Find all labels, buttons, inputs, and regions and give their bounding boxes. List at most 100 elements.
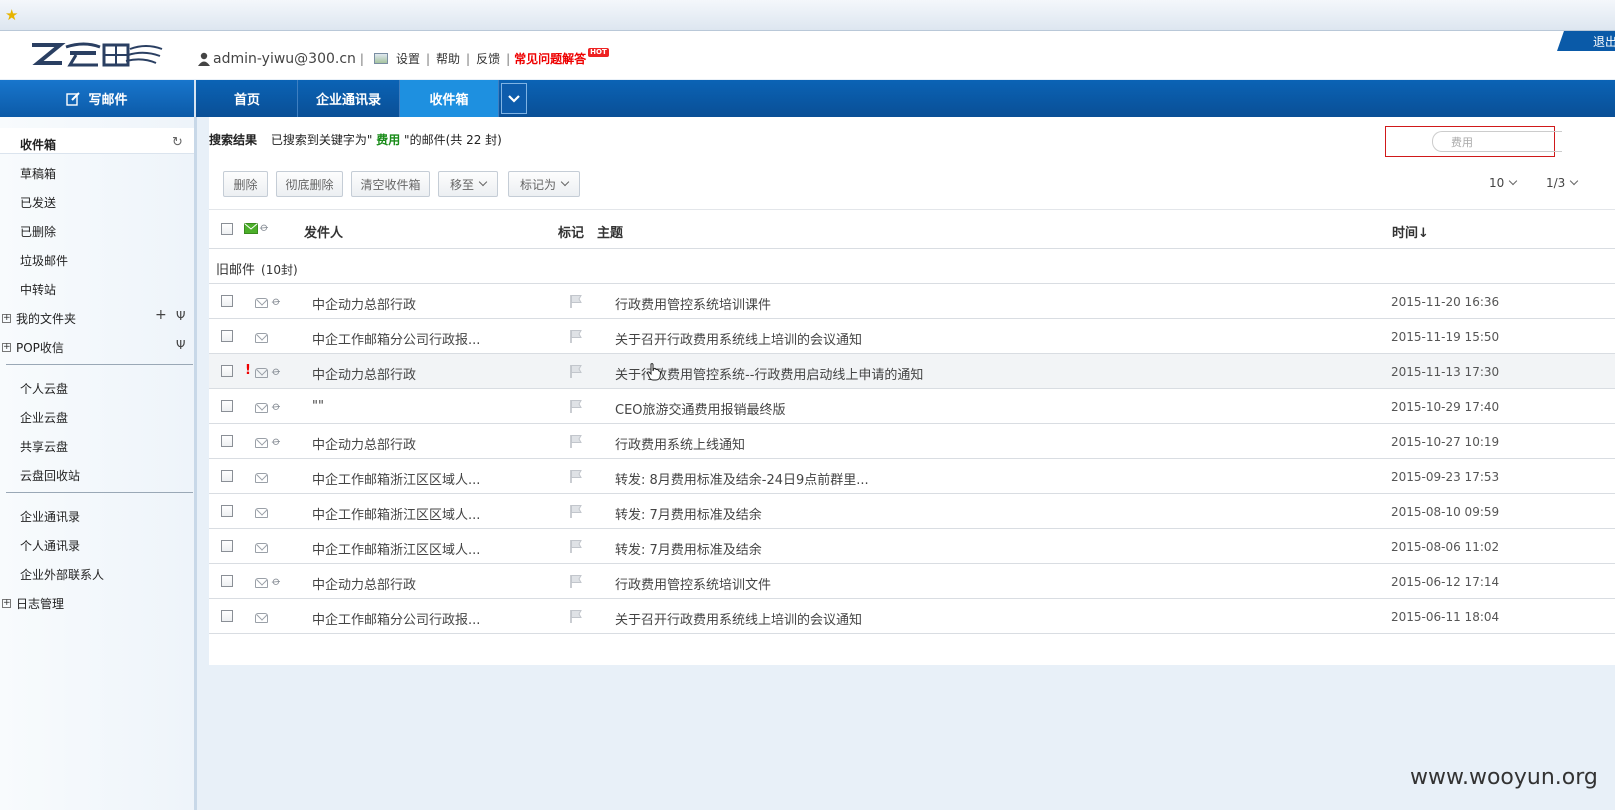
sidebar-item-external-contacts[interactable]: 企业外部联系人 [20,566,104,583]
flag-icon[interactable] [569,329,583,343]
row-checkbox[interactable] [221,295,233,307]
expand-plus-icon[interactable]: + [2,599,11,608]
flag-icon[interactable] [569,294,583,308]
flag-icon[interactable] [569,609,583,623]
read-status-envelope-icon[interactable] [244,223,258,234]
row-sender[interactable]: 中企工作邮箱浙江区区域人... [312,504,542,523]
table-row[interactable]: 中企工作邮箱分公司行政报... 关于召开行政费用系统线上培训的会议通知 2015-0… [209,599,1615,634]
flag-icon[interactable] [569,434,583,448]
table-row[interactable]: 中企工作邮箱浙江区区域人... 转发: 7月费用标准及结余 2015-08-06 1… [209,529,1615,564]
nav-more-dropdown[interactable] [501,83,527,114]
move-to-button[interactable]: 移至 [438,171,498,197]
column-time[interactable]: 时间↓ [1392,222,1429,241]
sidebar-item-deleted[interactable]: 已删除 [20,223,56,240]
row-subject[interactable]: 关于召开行政费用系统线上培训的会议通知 [615,609,862,628]
table-row[interactable]: ! ⌀ 中企动力总部行政 关于行政费用管控系统--行政费用启动线上申请的通知 2015-… [209,354,1615,389]
flag-icon[interactable] [569,504,583,518]
row-subject[interactable]: 转发: 7月费用标准及结余 [615,539,762,558]
table-row[interactable]: ⌀ 中企动力总部行政 行政费用系统上线通知 2015-10-27 10:19 [209,424,1615,459]
search-input[interactable]: 费用 [1432,131,1562,152]
column-sender[interactable]: 发件人 [304,222,343,241]
tab-home[interactable]: 首页 [197,80,298,117]
row-subject[interactable]: 行政费用管控系统培训课件 [615,294,771,313]
sidebar-item-inbox[interactable]: 收件箱 [20,136,56,153]
row-sender[interactable]: 中企工作邮箱浙江区区域人... [312,539,542,558]
expand-plus-icon[interactable]: + [2,314,11,323]
sidebar-item-cloud-recycle[interactable]: 云盘回收站 [20,467,80,484]
table-row[interactable]: 中企工作邮箱浙江区区域人... 转发: 7月费用标准及结余 2015-08-10 0… [209,494,1615,529]
row-sender[interactable]: 中企工作邮箱分公司行政报... [312,329,542,348]
row-subject[interactable]: CEO旅游交通费用报销最终版 [615,399,786,418]
row-checkbox[interactable] [221,540,233,552]
sidebar-item-shared-cloud[interactable]: 共享云盘 [20,438,68,455]
flag-icon[interactable] [569,399,583,413]
sidebar-item-pop[interactable]: + POP收信 [2,339,64,356]
delete-forever-button[interactable]: 彻底删除 [276,171,343,197]
sidebar-item-personal-contacts[interactable]: 个人通讯录 [20,537,80,554]
table-row[interactable]: 中企工作邮箱浙江区区域人... 转发: 8月费用标准及结余-24日9点前群里...… [209,459,1615,494]
feedback-link[interactable]: 反馈 [476,50,500,67]
faq-link[interactable]: 常见问题解答 [514,50,586,67]
flag-icon[interactable] [569,539,583,553]
expand-plus-icon[interactable]: + [2,343,11,352]
page-select[interactable]: 1/3 [1546,176,1579,190]
row-subject[interactable]: 行政费用系统上线通知 [615,434,745,453]
row-sender[interactable]: 中企动力总部行政 [312,294,542,313]
row-checkbox[interactable] [221,575,233,587]
row-subject[interactable]: 关于行政费用管控系统--行政费用启动线上申请的通知 [615,364,923,383]
row-checkbox[interactable] [221,365,233,377]
table-row[interactable]: ⌀ 中企动力总部行政 行政费用管控系统培训文件 2015-06-12 17:14 [209,564,1615,599]
flag-icon[interactable] [569,469,583,483]
folder-manage-icon[interactable]: Ψ [176,309,185,323]
row-checkbox[interactable] [221,610,233,622]
delete-button[interactable]: 删除 [223,171,268,197]
row-subject[interactable]: 行政费用管控系统培训文件 [615,574,771,593]
sidebar-item-drafts[interactable]: 草稿箱 [20,165,56,182]
sidebar-item-personal-cloud[interactable]: 个人云盘 [20,380,68,397]
row-subject[interactable]: 关于召开行政费用系统线上培训的会议通知 [615,329,862,348]
row-checkbox[interactable] [221,330,233,342]
help-link[interactable]: 帮助 [436,50,460,67]
sidebar-item-sent[interactable]: 已发送 [20,194,56,211]
column-subject[interactable]: 主题 [597,222,623,241]
row-sender[interactable]: 中企动力总部行政 [312,364,542,383]
tab-enterprise-contacts[interactable]: 企业通讯录 [298,80,400,117]
sidebar-item-enterprise-contacts[interactable]: 企业通讯录 [20,508,80,525]
favorites-star-icon[interactable]: ★ [5,7,18,23]
tab-inbox[interactable]: 收件箱 [400,80,499,117]
settings-link[interactable]: 设置 [396,50,420,67]
row-checkbox[interactable] [221,435,233,447]
flag-icon[interactable] [569,574,583,588]
row-sender[interactable]: 中企工作邮箱分公司行政报... [312,609,542,628]
row-sender[interactable]: 中企动力总部行政 [312,574,542,593]
row-sender[interactable]: "" [312,399,542,414]
row-checkbox[interactable] [221,505,233,517]
row-sender[interactable]: 中企动力总部行政 [312,434,542,453]
row-checkbox[interactable] [221,400,233,412]
compose-button[interactable]: 写邮件 [0,80,196,117]
refresh-icon[interactable]: ↻ [172,135,183,150]
yunyou-logo[interactable] [26,39,166,71]
pop-manage-icon[interactable]: Ψ [176,338,185,352]
sidebar-item-transfer[interactable]: 中转站 [20,281,56,298]
empty-inbox-button[interactable]: 清空收件箱 [351,171,430,197]
mark-as-button[interactable]: 标记为 [508,171,580,197]
row-subject[interactable]: 转发: 7月费用标准及结余 [615,504,762,523]
row-checkbox[interactable] [221,470,233,482]
sidebar-item-spam[interactable]: 垃圾邮件 [20,252,68,269]
table-row[interactable]: ⌀ "" CEO旅游交通费用报销最终版 2015-10-29 17:40 [209,389,1615,424]
table-row[interactable]: 中企工作邮箱分公司行政报... 关于召开行政费用系统线上培训的会议通知 2015-1… [209,319,1615,354]
sidebar-item-log[interactable]: + 日志管理 [2,595,64,612]
sidebar-item-my-folders[interactable]: + 我的文件夹 [2,310,76,327]
table-row[interactable]: ⌀ 中企动力总部行政 行政费用管控系统培训课件 2015-11-20 16:36 [209,284,1615,319]
logout-button[interactable]: 退出 [1557,31,1615,51]
row-sender[interactable]: 中企工作邮箱浙江区区域人... [312,469,542,488]
settings-image-icon[interactable] [373,53,388,64]
sidebar-item-enterprise-cloud[interactable]: 企业云盘 [20,409,68,426]
attachment-sort-icon[interactable]: ⌀ [257,219,272,234]
column-flag[interactable]: 标记 [558,222,584,241]
select-all-checkbox[interactable] [221,223,233,235]
flag-icon[interactable] [569,364,583,378]
add-folder-icon[interactable]: + [155,307,167,323]
mail-group-old[interactable]: 旧邮件 (10封) [209,249,1615,284]
